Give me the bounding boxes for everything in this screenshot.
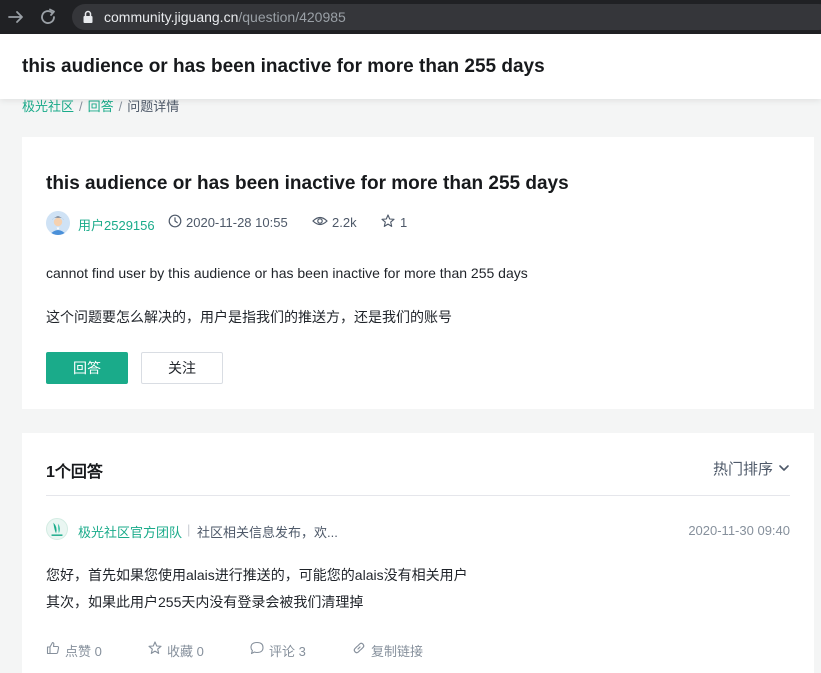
avatar-person-icon: [46, 211, 70, 235]
answers-card: 1个回答 热门排序 极光社区官方团队 | 社区相关信息发布，欢... 2020-…: [22, 433, 814, 673]
answer-author[interactable]: 极光社区官方团队: [78, 522, 182, 541]
answer-author-description: 社区相关信息发布，欢...: [197, 525, 338, 540]
answers-count: 1个回答: [46, 464, 103, 481]
clock-icon: [168, 214, 182, 228]
answer-author-avatar[interactable]: [46, 518, 68, 540]
question-time: 2020-11-28 10:55: [186, 215, 288, 230]
url-text[interactable]: community.jiguang.cn/question/420985: [104, 9, 346, 25]
question-body-line: cannot find user by this audience or has…: [46, 265, 528, 281]
breadcrumb-community[interactable]: 极光社区: [22, 99, 74, 114]
comment-icon: [250, 641, 264, 655]
question-star-count: 1: [400, 215, 408, 230]
answer-body-line: 其次，如果此用户255天内没有登录会被我们清理掉: [46, 594, 364, 610]
author-avatar[interactable]: [46, 211, 70, 235]
browser-toolbar: community.jiguang.cn/question/420985: [0, 0, 821, 34]
question-meta: 用户2529156 2020-11-28 10:55 2.2k 1: [46, 211, 746, 235]
reload-icon[interactable]: [38, 7, 58, 27]
question-card: this audience or has been inactive for m…: [22, 137, 814, 409]
collect-label: 收藏 0: [167, 644, 204, 659]
breadcrumb-separator: /: [118, 99, 123, 114]
url-host: community.jiguang.cn: [104, 9, 239, 25]
answer-body-line: 您好，首先如果您使用alais进行推送的，可能您的alais没有相关用户: [46, 567, 468, 583]
comment-label: 评论 3: [269, 644, 306, 659]
follow-button[interactable]: 关注: [141, 352, 223, 384]
answer-time: 2020-11-30 09:40: [688, 523, 790, 538]
question-author[interactable]: 用户2529156: [78, 215, 155, 234]
chevron-down-icon: [779, 465, 789, 471]
breadcrumb-current: 问题详情: [127, 99, 180, 114]
copy-link-label: 复制链接: [371, 644, 424, 659]
like-label: 点赞 0: [65, 644, 102, 659]
thumbs-up-icon: [46, 641, 60, 655]
sort-dropdown[interactable]: 热门排序: [713, 458, 790, 479]
answer-button[interactable]: 回答: [46, 352, 128, 384]
question-body-line: 这个问题要怎么解决的，用户是指我们的推送方，还是我们的账号: [46, 309, 452, 325]
star-icon: [148, 641, 162, 654]
question-views: 2.2k: [332, 215, 357, 230]
breadcrumb-separator: /: [79, 99, 83, 114]
sort-label: 热门排序: [712, 461, 773, 478]
forward-arrow-icon[interactable]: [6, 7, 26, 27]
breadcrumb-answers[interactable]: 回答: [88, 99, 114, 114]
divider: [46, 495, 790, 496]
lock-icon[interactable]: [82, 10, 94, 24]
address-bar[interactable]: community.jiguang.cn/question/420985: [72, 4, 821, 30]
sticky-question-title: this audience or has been inactive for m…: [22, 56, 545, 77]
question-title: this audience or has been inactive for m…: [46, 173, 569, 194]
jiguang-logo-icon: [51, 522, 63, 536]
url-path: /question/420985: [238, 9, 346, 25]
link-icon: [353, 642, 365, 654]
star-icon[interactable]: [381, 214, 395, 228]
eye-icon: [312, 216, 328, 226]
author-separator: |: [187, 522, 191, 537]
sticky-question-header: this audience or has been inactive for m…: [0, 34, 821, 99]
breadcrumb: 极光社区 / 回答 / 问题详情: [22, 99, 179, 115]
